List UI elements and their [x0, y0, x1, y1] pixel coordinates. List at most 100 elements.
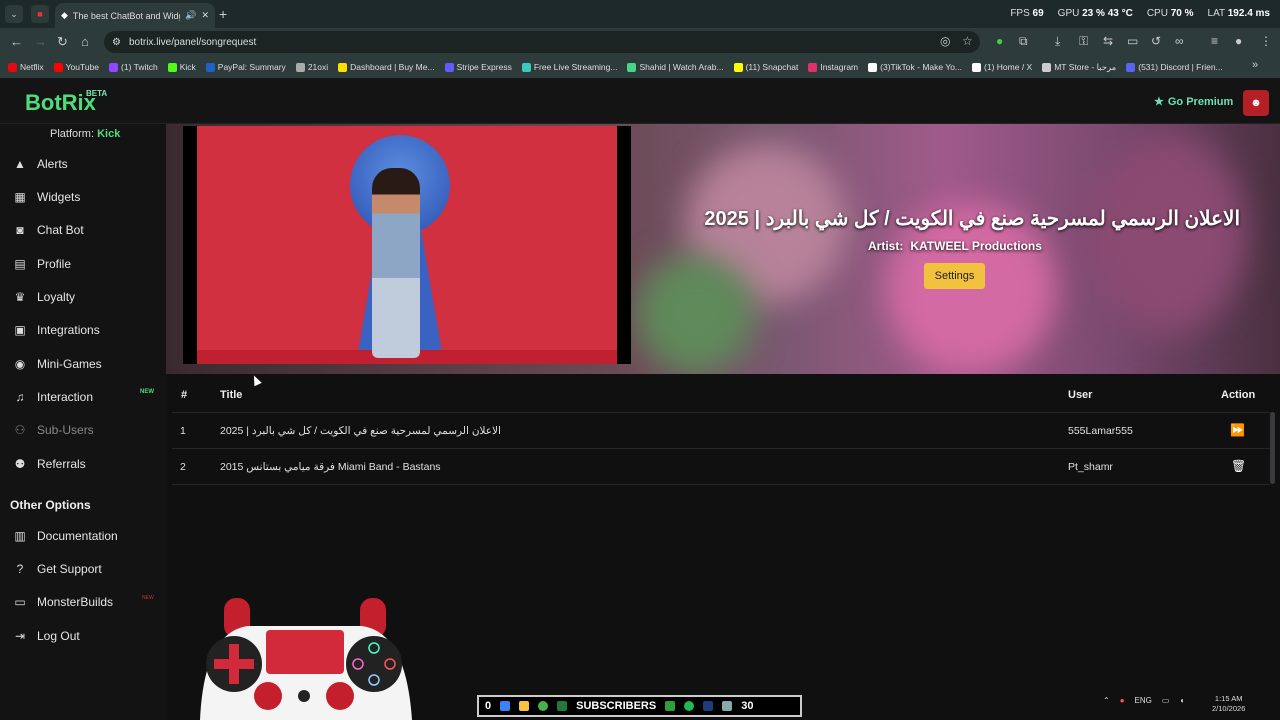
sidebar-item-chat-bot[interactable]: ◙ Chat Bot — [12, 223, 162, 237]
sidebar-item-sub-users[interactable]: ⚇ Sub-Users — [12, 423, 162, 437]
excel-icon[interactable] — [557, 701, 568, 711]
music-icon: ♫ — [15, 390, 25, 404]
sidebar-item-mini-games[interactable]: ◉ Mini-Games — [12, 357, 162, 371]
sidebar-item-monsterbuilds[interactable]: ▭ MonsterBuilds — [12, 595, 162, 609]
bookmark-favicon-icon — [521, 62, 531, 72]
bookmark-label: (1) Twitch — [121, 62, 158, 72]
audio-icon[interactable]: 🔊 — [185, 10, 196, 21]
more-bookmarks-icon[interactable]: » — [1252, 59, 1258, 71]
monsterbuilds-badge: NEW — [142, 595, 154, 601]
bookmark-item[interactable]: Free Live Streaming... — [521, 62, 617, 72]
link-icon[interactable]: ∞ — [1175, 34, 1184, 48]
row-1-title: الاعلان الرسمي لمسرحية صنع في الكويت / ك… — [220, 425, 501, 437]
platform-value: Kick — [97, 128, 121, 140]
key-icon[interactable]: ⚿ — [1079, 34, 1088, 49]
network-icon[interactable]: ▭ — [1162, 696, 1170, 705]
chrome-icon[interactable] — [538, 701, 549, 711]
bookmark-item[interactable]: MT Store - مرحبا — [1042, 62, 1116, 73]
tab-search-icon[interactable]: ⌄ — [5, 5, 23, 23]
now-playing-title: الاعلان الرسمي لمسرحية صنع في الكويت / ك… — [704, 208, 1240, 230]
row-2-num: 2 — [180, 461, 186, 473]
lat-readout: LAT 192.4 ms — [1207, 8, 1270, 19]
sidebar-item-documentation[interactable]: ▥ Documentation — [12, 529, 162, 543]
translate-icon[interactable]: ⇆ — [1103, 34, 1113, 48]
url-bar[interactable]: ⚙ botrix.live/panel/songrequest — [104, 31, 980, 53]
bookmark-item[interactable]: Dashboard | Buy Me... — [338, 62, 435, 72]
sidebar-item-log-out[interactable]: ⇥ Log Out — [12, 629, 162, 643]
close-tab-icon[interactable]: ✕ — [201, 10, 209, 21]
new-tab-button[interactable]: + — [219, 6, 227, 22]
user-avatar[interactable]: ☻ — [1243, 90, 1269, 116]
windows-icon[interactable] — [500, 701, 511, 711]
pinned-tab[interactable]: ■ — [31, 5, 49, 23]
fps-readout: FPS 69 — [1010, 8, 1044, 19]
taskbar-clock[interactable]: 1:15 AM 2/10/2026 — [1212, 694, 1245, 714]
bookmark-item[interactable]: (1) Twitch — [109, 62, 158, 72]
playlist-icon[interactable]: ≡ — [1211, 34, 1218, 48]
download-icon[interactable]: ⤓ — [1055, 34, 1060, 49]
mic-icon[interactable]: ● — [1120, 696, 1125, 705]
wallet-icon[interactable]: ▭ — [1127, 34, 1138, 48]
bookmark-label: Netflix — [20, 62, 44, 72]
sidebar-item-get-support[interactable]: ? Get Support — [12, 562, 162, 576]
bookmark-label: (531) Discord | Frien... — [1138, 62, 1223, 72]
xbox-icon[interactable] — [665, 701, 676, 711]
eye-off-icon[interactable]: ◎ — [940, 34, 950, 48]
folder-icon[interactable] — [519, 701, 530, 711]
bookmark-item[interactable]: YouTube — [53, 62, 99, 72]
bookmark-item[interactable]: PayPal: Summary — [205, 62, 286, 72]
bookmark-label: Shahid | Watch Arab... — [639, 62, 724, 72]
sidebar-item-profile[interactable]: ▤ Profile — [12, 257, 162, 271]
bookmark-item[interactable]: Stripe Express — [444, 62, 512, 72]
site-info-icon[interactable]: ⚙ — [112, 37, 121, 48]
clock-date: 2/10/2026 — [1212, 704, 1246, 713]
extension-icon[interactable]: ● — [996, 34, 1003, 48]
profile-icon[interactable]: ● — [1235, 34, 1242, 48]
sidebar-item-integrations[interactable]: ▣ Integrations — [12, 323, 162, 337]
photoshop-icon[interactable] — [703, 701, 714, 711]
gamepad-overlay — [200, 598, 412, 720]
sidebar-item-alerts[interactable]: ▲ Alerts — [12, 157, 162, 171]
skip-icon[interactable]: ⏩ — [1230, 423, 1245, 437]
trash-icon[interactable]: 🗑 — [1231, 459, 1246, 473]
puzzle-icon[interactable]: ⧉ — [1019, 34, 1028, 49]
bookmark-item[interactable]: Shahid | Watch Arab... — [627, 62, 724, 72]
bookmark-favicon-icon — [205, 62, 215, 72]
bookmark-item[interactable]: Instagram — [808, 62, 858, 72]
back-icon[interactable]: ← — [10, 34, 23, 49]
language-indicator[interactable]: ENG — [1135, 696, 1152, 705]
go-premium-button[interactable]: ★ Go Premium — [1154, 95, 1233, 109]
subs-right-count: 30 — [741, 700, 754, 712]
volume-icon[interactable]: ◖ — [1179, 696, 1184, 705]
url-text: botrix.live/panel/songrequest — [128, 36, 257, 48]
sidebar-item-loyalty[interactable]: ♛ Loyalty — [12, 290, 162, 304]
forward-icon[interactable]: → — [34, 34, 47, 49]
star-icon[interactable]: ☆ — [962, 34, 973, 48]
tab-active[interactable]: ◆ The best ChatBot and Widg 🔊 ✕ — [55, 3, 215, 28]
users-icon: ⚇ — [14, 423, 26, 437]
bookmark-label: 21oxi — [307, 62, 329, 72]
history-icon[interactable]: ↺ — [1151, 34, 1161, 48]
chevron-up-icon[interactable]: ⌃ — [1103, 696, 1110, 705]
settings-button[interactable]: Settings — [924, 263, 985, 289]
bookmark-item[interactable]: Netflix — [8, 62, 44, 72]
bookmark-item[interactable]: (531) Discord | Frien... — [1126, 62, 1223, 72]
scrollbar[interactable] — [1270, 412, 1275, 484]
sidebar-item-referrals[interactable]: ⚉ Referrals — [12, 457, 162, 471]
column-header-action: Action — [1221, 389, 1256, 401]
bookmark-item[interactable]: (1) Home / X — [972, 62, 1032, 72]
bookmark-item[interactable]: 21oxi — [295, 62, 329, 72]
shield-icon[interactable] — [722, 701, 733, 711]
reload-icon[interactable]: ↻ — [57, 34, 68, 50]
bookmark-item[interactable]: (3)TikTok - Make Yo... — [868, 62, 962, 72]
gamepad-icon: ◉ — [14, 357, 26, 371]
bookmark-item[interactable]: Kick — [167, 62, 196, 72]
home-icon[interactable]: ⌂ — [81, 34, 89, 49]
subs-left-count: 0 — [485, 700, 492, 712]
menu-icon[interactable]: ⋮ — [1260, 34, 1272, 48]
bookmark-item[interactable]: (11) Snapchat — [733, 62, 798, 72]
bookmark-label: Dashboard | Buy Me... — [350, 62, 435, 72]
sidebar-item-widgets[interactable]: ▦ Widgets — [12, 190, 162, 204]
spotify-icon[interactable] — [684, 701, 695, 711]
row-divider — [172, 448, 1270, 449]
